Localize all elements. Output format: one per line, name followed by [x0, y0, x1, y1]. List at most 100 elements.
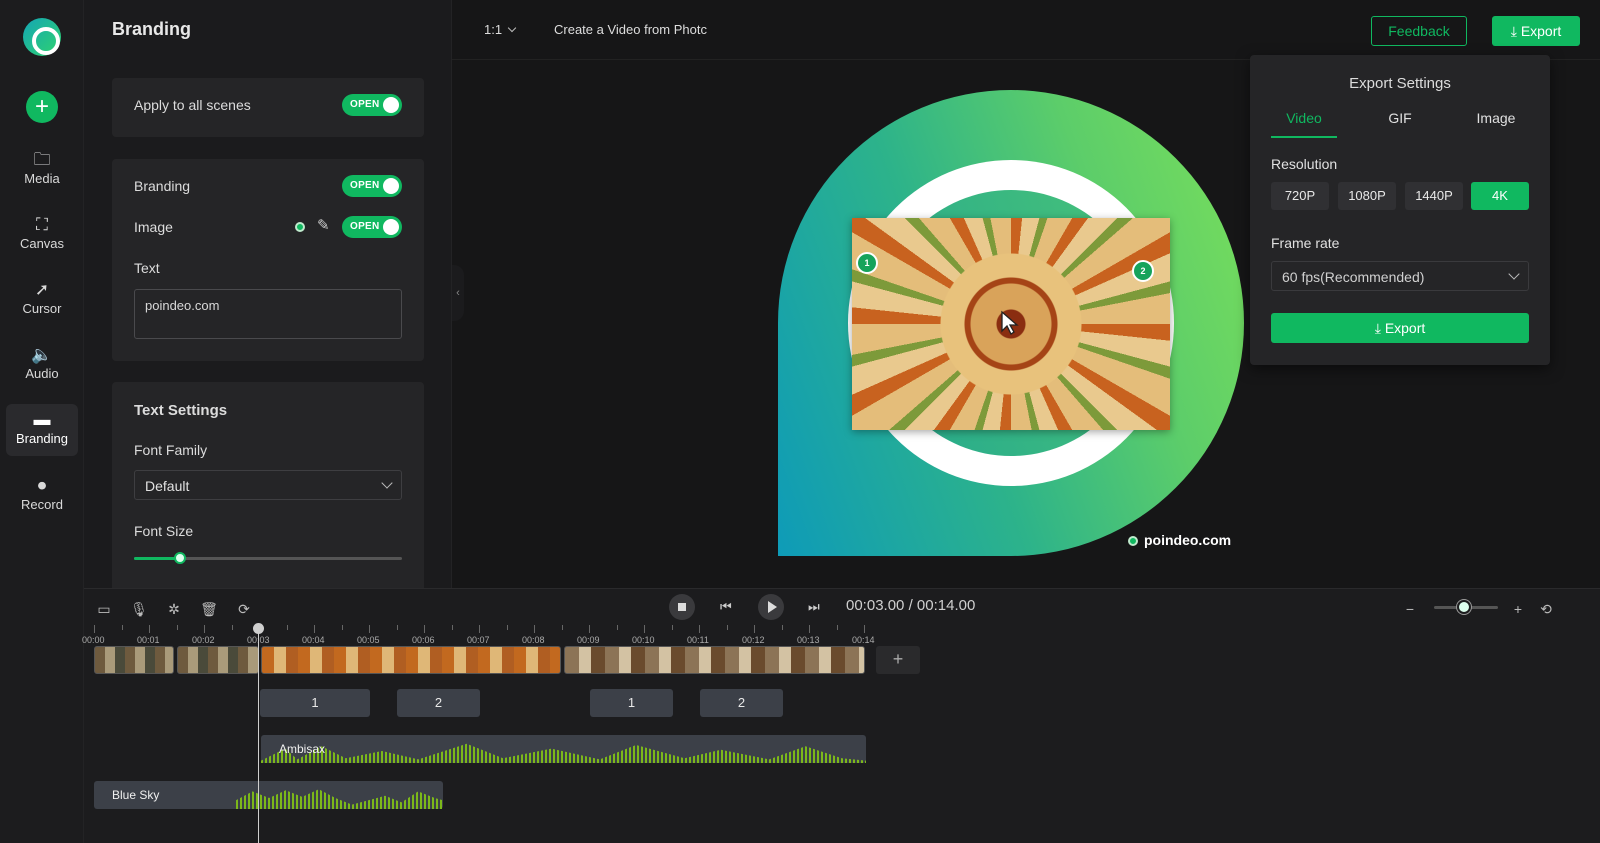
frame-rate-select[interactable]: 60 fps(Recommended) [1271, 261, 1529, 291]
sidebar-item-cursor[interactable]: ➚ Cursor [6, 274, 78, 326]
sidebar-item-record[interactable]: ⏺ Record [6, 470, 78, 522]
camera-icon[interactable]: ▭ [94, 599, 114, 619]
branding-toggle[interactable]: OPEN [342, 175, 402, 197]
font-size-slider-handle[interactable] [173, 552, 186, 564]
ruler-minor-tick [506, 625, 508, 630]
sidebar-item-label: Audio [25, 366, 59, 381]
zoom-out-icon[interactable]: − [1400, 599, 1420, 619]
zoom-marker-2[interactable]: 2 [1132, 260, 1154, 282]
time-readout: 00:03.00 / 00:14.00 [846, 597, 975, 614]
ruler-tick [314, 625, 315, 633]
tab-video[interactable]: Video [1271, 110, 1337, 138]
project-title[interactable]: Create a Video from Photc [554, 22, 707, 37]
delete-icon[interactable]: 🗑 [199, 599, 219, 619]
feedback-button[interactable]: Feedback [1371, 16, 1467, 46]
logo-thumbnail-icon[interactable] [295, 222, 305, 232]
sidebar-item-label: Branding [15, 431, 69, 446]
ruler-tick [534, 625, 535, 633]
export-button[interactable]: ⤓ Export [1492, 16, 1580, 46]
video-clip[interactable] [261, 646, 561, 674]
skip-back-icon[interactable]: ⏮ [720, 599, 732, 615]
branding-panel: Branding Apply to all scenes OPEN Brandi… [84, 0, 452, 600]
watermark-text: poindeo.com [1144, 532, 1232, 548]
collapse-panel-button[interactable]: ‹ [452, 265, 464, 321]
zoom-marker-1[interactable]: 1 [856, 252, 878, 274]
sidebar-item-label: Media [24, 171, 60, 186]
zoom-marker-block[interactable]: 1 [590, 689, 673, 717]
time-separator: / [908, 597, 913, 614]
text-settings-title: Text Settings [134, 402, 228, 419]
ruler-tick [149, 625, 150, 633]
resolution-4k-button[interactable]: 4K [1471, 182, 1529, 210]
resolution-1440p-button[interactable]: 1440P [1405, 182, 1463, 210]
ruler-tick [94, 625, 95, 633]
ruler-tick-label: 00:13 [797, 635, 820, 645]
zoom-in-icon[interactable]: + [1508, 599, 1528, 619]
zoom-marker-block[interactable]: 1 [260, 689, 370, 717]
video-clip[interactable] [564, 646, 865, 674]
export-settings-title: Export Settings [1349, 75, 1451, 92]
ruler-minor-tick [726, 625, 728, 630]
zoom-marker-block[interactable]: 2 [397, 689, 480, 717]
ruler-tick-label: 00:12 [742, 635, 765, 645]
replace-icon[interactable]: ⟳ [234, 599, 254, 619]
playhead[interactable] [253, 623, 264, 843]
audio-track-blue-sky[interactable]: Blue Sky [94, 781, 443, 809]
add-clip-button[interactable]: + [876, 646, 920, 674]
fit-timeline-icon[interactable]: ⟲ [1536, 599, 1556, 619]
ruler-tick [864, 625, 865, 633]
ruler-minor-tick [121, 625, 123, 630]
ruler-minor-tick [781, 625, 783, 630]
microphone-icon[interactable]: 🎙 [129, 599, 149, 619]
audio-track-label: Blue Sky [112, 788, 160, 802]
aspect-ratio-dropdown[interactable]: 1:1 [484, 22, 517, 37]
ruler-tick [424, 625, 425, 633]
ruler-tick-label: 00:10 [632, 635, 655, 645]
skip-forward-icon[interactable]: ⏭ [808, 599, 820, 615]
font-family-value: Default [145, 478, 190, 494]
audio-track-label: Ambisax [279, 742, 326, 756]
branding-icon: ▬ [33, 410, 51, 429]
export-button-label: Export [1520, 23, 1562, 39]
video-clip[interactable] [177, 646, 259, 674]
apply-all-toggle[interactable]: OPEN [342, 94, 402, 116]
sidebar-item-media[interactable]: 🗀 Media [6, 144, 78, 196]
toggle-text: OPEN [350, 221, 380, 232]
add-button[interactable]: + [26, 91, 58, 123]
sidebar-item-branding[interactable]: ▬ Branding [6, 404, 78, 456]
stop-button[interactable] [669, 594, 695, 620]
confirm-export-button[interactable]: ⤓ Export [1271, 313, 1529, 343]
branding-text-input[interactable]: poindeo.com [134, 289, 402, 339]
tab-image[interactable]: Image [1463, 110, 1529, 136]
tab-gif[interactable]: GIF [1367, 110, 1433, 136]
canvas-preview[interactable]: 1 2 [778, 90, 1244, 556]
scene-photo[interactable]: 1 2 [852, 218, 1170, 430]
play-button[interactable] [758, 594, 784, 620]
chevron-down-icon [1508, 268, 1520, 280]
ruler-tick [809, 625, 810, 633]
sidebar-item-canvas[interactable]: ⛶ Canvas [6, 209, 78, 261]
sidebar-item-audio[interactable]: 🔈 Audio [6, 339, 78, 391]
font-family-select[interactable]: Default [134, 470, 402, 500]
audio-track-ambisax[interactable]: Ambisax [261, 735, 866, 763]
image-toggle[interactable]: OPEN [342, 216, 402, 238]
chevron-down-icon [381, 477, 393, 489]
font-family-label: Font Family [134, 442, 208, 458]
watermark-logo-icon [1128, 536, 1138, 546]
ruler-tick [644, 625, 645, 633]
font-size-slider[interactable] [134, 552, 402, 564]
resolution-720p-button[interactable]: 720P [1271, 182, 1329, 210]
video-clip[interactable] [94, 646, 174, 674]
resolution-1080p-button[interactable]: 1080P [1338, 182, 1396, 210]
time-ruler[interactable]: 00:0000:0100:0200:0300:0400:0500:0600:07… [82, 625, 884, 645]
download-icon: ⤓ [1374, 320, 1381, 336]
audio-waveform [236, 789, 443, 809]
ruler-tick-label: 00:05 [357, 635, 380, 645]
timeline-zoom-handle[interactable] [1457, 600, 1472, 614]
ruler-tick-label: 00:07 [467, 635, 490, 645]
ruler-tick-label: 00:08 [522, 635, 545, 645]
ruler-tick-label: 00:06 [412, 635, 435, 645]
edit-icon[interactable]: ✎ [317, 216, 330, 234]
zoom-marker-block[interactable]: 2 [700, 689, 783, 717]
effects-icon[interactable]: ✲ [164, 599, 184, 619]
